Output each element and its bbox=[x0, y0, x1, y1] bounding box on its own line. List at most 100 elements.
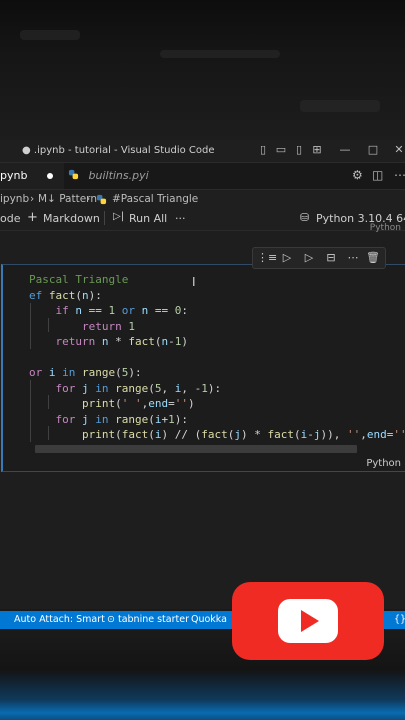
more-actions-icon[interactable]: ⋯ bbox=[394, 168, 405, 182]
breadcrumb-file[interactable]: ipynb bbox=[0, 193, 29, 205]
code-token: , bbox=[360, 428, 367, 441]
code-token: ) * bbox=[240, 428, 268, 441]
status-tabnine[interactable]: ⊙ tabnine starter bbox=[107, 614, 189, 625]
code-token: ) bbox=[187, 397, 195, 410]
code-token: end bbox=[148, 397, 169, 410]
code-token: return bbox=[55, 335, 102, 348]
run-cell-icon[interactable]: ▷ bbox=[301, 250, 317, 266]
code-token: range bbox=[115, 412, 149, 426]
code-line: print(' ',end='') bbox=[29, 396, 405, 412]
execute-above-icon[interactable]: ⋮≡ bbox=[257, 250, 277, 266]
status-braces[interactable]: {} bbox=[394, 614, 405, 625]
code-token: , - bbox=[181, 381, 202, 395]
code-token: i bbox=[154, 412, 162, 426]
plus-icon: + bbox=[27, 210, 38, 225]
code-token: )), bbox=[320, 428, 347, 441]
code-line: Pascal Triangle bbox=[29, 272, 405, 288]
code-token: fact bbox=[121, 428, 149, 441]
code-token: == bbox=[82, 304, 109, 317]
unsaved-dot-icon[interactable] bbox=[47, 173, 53, 179]
run-all-button[interactable]: Run All bbox=[129, 212, 167, 225]
code-line: for j in range(i+1): bbox=[29, 412, 405, 428]
status-quokka[interactable]: Quokka bbox=[191, 614, 227, 625]
code-token: '' bbox=[346, 428, 361, 441]
code-token: Pascal Triangle bbox=[29, 273, 129, 286]
layout-sidebar-right-icon[interactable]: ▯ bbox=[292, 143, 306, 157]
toolbar-more-button[interactable]: ··· bbox=[175, 212, 186, 225]
add-code-cell-button[interactable]: ode bbox=[0, 212, 20, 225]
status-auto-attach[interactable]: Auto Attach: Smart bbox=[14, 614, 105, 625]
code-token: j bbox=[82, 381, 89, 395]
text-cursor-icon: I bbox=[192, 275, 196, 289]
minimize-icon[interactable]: — bbox=[338, 143, 352, 157]
delete-cell-icon[interactable]: 🗑 bbox=[365, 250, 381, 266]
split-cell-icon[interactable]: ⊟ bbox=[323, 250, 339, 266]
editor-tab-bar: pynb builtins.pyi ⚙ ◫ ⋯ bbox=[0, 163, 405, 190]
cell-more-icon[interactable]: ⋯ bbox=[345, 250, 361, 266]
maximize-icon[interactable]: □ bbox=[366, 143, 380, 157]
code-token: '' bbox=[393, 428, 405, 441]
split-editor-icon[interactable]: ◫ bbox=[372, 168, 383, 182]
cell-language-label[interactable]: Python bbox=[366, 458, 401, 469]
code-token: j bbox=[234, 428, 241, 441]
code-token: for bbox=[55, 381, 82, 395]
execute-below-icon[interactable]: ▷ bbox=[279, 250, 295, 266]
code-token: print bbox=[81, 397, 116, 410]
code-token: end bbox=[366, 428, 387, 441]
code-token: ( bbox=[115, 428, 122, 441]
layout-panel-icon[interactable]: ▭ bbox=[274, 143, 288, 157]
code-token: ( bbox=[115, 397, 122, 410]
settings-gear-icon[interactable]: ⚙ bbox=[352, 168, 363, 182]
cell-toolbar: ⋮≡ ▷ ▷ ⊟ ⋯ 🗑 bbox=[252, 247, 386, 269]
code-token: or bbox=[29, 366, 49, 379]
code-line: return n * fact(n-1) bbox=[29, 334, 405, 350]
horizontal-scrollbar[interactable] bbox=[35, 445, 357, 453]
layout-grid-icon[interactable]: ⊞ bbox=[310, 143, 324, 157]
close-icon[interactable]: ✕ bbox=[392, 143, 405, 157]
tab-builtins[interactable]: builtins.pyi bbox=[68, 163, 149, 189]
code-token: ( bbox=[148, 428, 155, 441]
play-icon bbox=[301, 610, 319, 632]
code-token: ( bbox=[293, 428, 301, 441]
notebook-toolbar: ode + Markdown ▷| Run All ··· ⛁ Python 3… bbox=[0, 208, 405, 231]
code-token: ( bbox=[148, 412, 155, 426]
code-line: ef fact(n): bbox=[29, 288, 405, 304]
code-token: ): bbox=[207, 381, 222, 395]
code-token: fact bbox=[267, 428, 294, 441]
python-file-icon bbox=[68, 169, 79, 180]
run-all-icon: ▷| bbox=[113, 211, 125, 222]
code-token: - bbox=[168, 335, 175, 348]
add-markdown-cell-button[interactable]: Markdown bbox=[43, 212, 100, 225]
youtube-logo bbox=[232, 582, 384, 660]
code-editor[interactable]: Pascal Triangle ef fact(n): if n == 1 or … bbox=[29, 272, 405, 443]
code-token: print bbox=[81, 428, 116, 441]
breadcrumb-cell[interactable]: #Pascal Triangle bbox=[112, 193, 198, 205]
code-token: 1 bbox=[128, 319, 135, 333]
code-token: in bbox=[88, 412, 116, 426]
code-token: i bbox=[48, 366, 56, 379]
code-token: - bbox=[307, 428, 314, 441]
tab-notebook[interactable]: pynb bbox=[0, 163, 64, 189]
code-token: == bbox=[148, 304, 175, 317]
layout-sidebar-icon[interactable]: ▯ bbox=[256, 143, 270, 157]
code-line: or i in range(5): bbox=[29, 365, 405, 381]
breadcrumb: ipynb › M↓ Pattern › #Pascal Triangle bbox=[0, 190, 405, 208]
title-bar: ● .ipynb - tutorial - Visual Studio Code… bbox=[0, 140, 405, 163]
code-token: ( bbox=[148, 381, 155, 395]
toolbar-divider bbox=[104, 211, 105, 225]
code-token: ' ' bbox=[121, 397, 142, 410]
code-token: ) // ( bbox=[161, 428, 202, 441]
kernel-icon: ⛁ bbox=[300, 211, 310, 224]
breadcrumb-separator-icon: › bbox=[30, 193, 35, 205]
code-token: range bbox=[82, 366, 116, 379]
code-line: print(fact(i) // (fact(j) * fact(i-j)), … bbox=[29, 427, 405, 443]
tab-label: builtins.pyi bbox=[88, 169, 149, 182]
code-line: if n == 1 or n == 0: bbox=[29, 303, 405, 319]
code-token: ) bbox=[181, 335, 188, 348]
code-token: if bbox=[55, 304, 76, 317]
